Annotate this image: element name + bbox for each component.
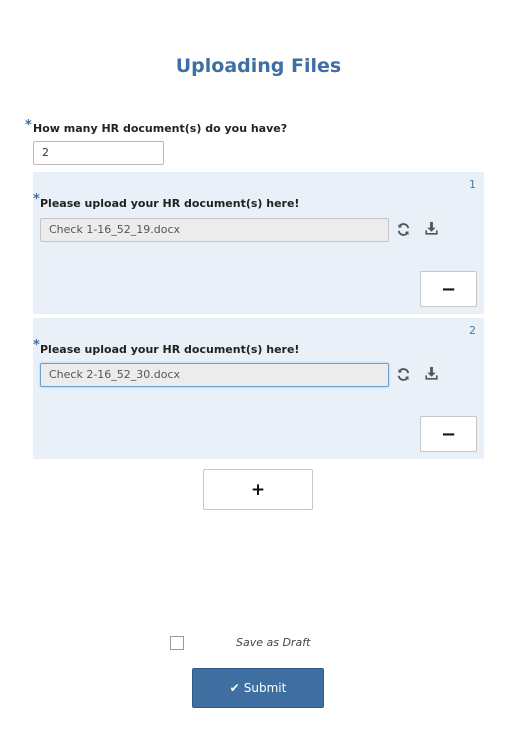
- file-name-field[interactable]: Check 2-16_52_30.docx: [40, 363, 389, 387]
- upload-block-1: 1 * Please upload your HR document(s) he…: [33, 172, 484, 314]
- save-as-draft-label: Save as Draft: [236, 636, 311, 649]
- download-icon[interactable]: [422, 364, 440, 382]
- required-marker: *: [33, 338, 40, 353]
- submit-label: Submit: [243, 681, 287, 695]
- save-as-draft-checkbox[interactable]: [170, 636, 184, 650]
- required-marker: *: [33, 192, 40, 207]
- upload-block-2: 2 * Please upload your HR document(s) he…: [33, 318, 484, 459]
- count-question-label: How many HR document(s) do you have?: [33, 122, 288, 135]
- block-number: 2: [469, 324, 476, 337]
- add-block-button[interactable]: +: [203, 469, 313, 510]
- download-icon[interactable]: [422, 219, 440, 237]
- upload-question-label: Please upload your HR document(s) here!: [40, 197, 300, 210]
- document-count-input[interactable]: 2: [33, 141, 164, 165]
- block-number: 1: [469, 178, 476, 191]
- page-title: Uploading Files: [175, 55, 342, 77]
- upload-question-label: Please upload your HR document(s) here!: [40, 343, 300, 356]
- required-marker: *: [25, 118, 32, 133]
- refresh-icon[interactable]: [394, 365, 412, 383]
- remove-block-button[interactable]: −: [420, 416, 477, 452]
- submit-button[interactable]: ✔ Submit: [192, 668, 324, 708]
- refresh-icon[interactable]: [394, 220, 412, 238]
- remove-block-button[interactable]: −: [420, 271, 477, 307]
- check-icon: ✔: [229, 681, 240, 695]
- file-name-field[interactable]: Check 1-16_52_19.docx: [40, 218, 389, 242]
